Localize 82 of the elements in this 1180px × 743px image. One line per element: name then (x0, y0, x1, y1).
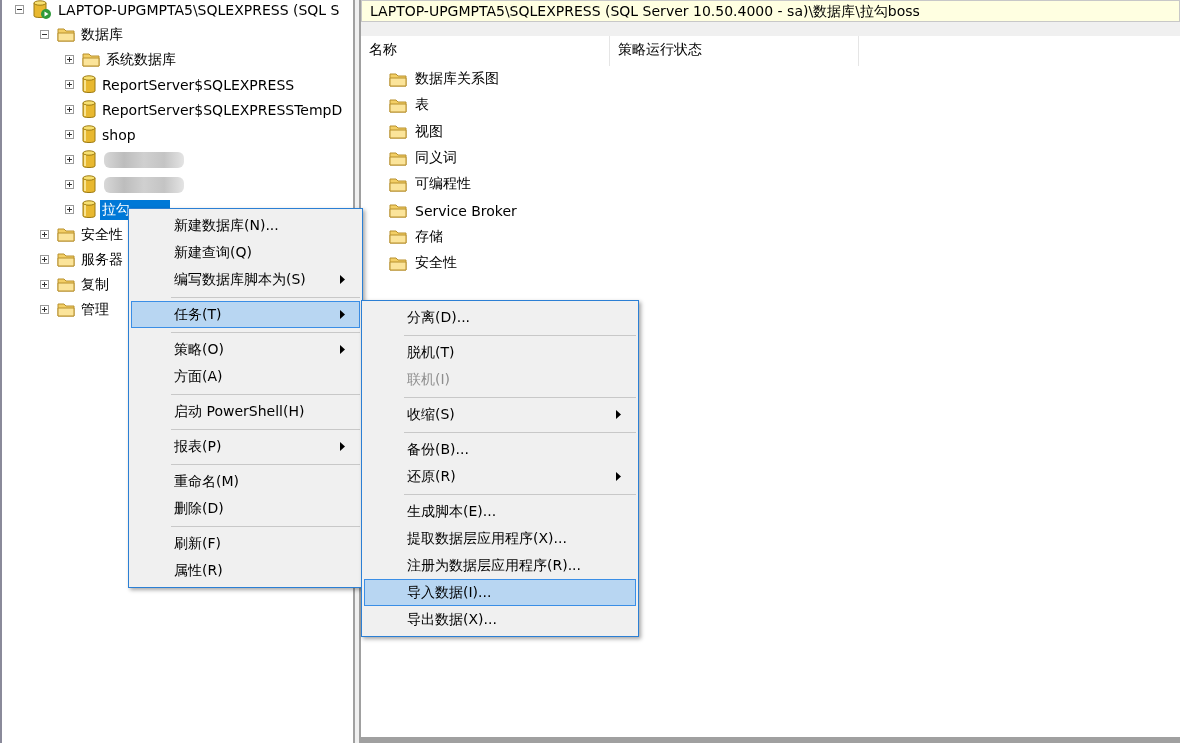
database-icon (82, 75, 96, 94)
list-item[interactable]: 视图 (415, 122, 443, 141)
menu-item[interactable]: 报表(P) (131, 433, 360, 460)
expand-icon[interactable] (65, 180, 74, 189)
tree-item[interactable]: 系统数据库 (104, 49, 178, 70)
database-icon (82, 200, 96, 219)
menu-item[interactable]: 编写数据库脚本为(S) (131, 266, 360, 293)
menu-item[interactable]: 刷新(F) (131, 530, 360, 557)
tree-item[interactable]: 安全性 (79, 224, 125, 245)
menu-item[interactable]: 收缩(S) (364, 401, 636, 428)
menu-item[interactable]: 备份(B)... (364, 436, 636, 463)
submenu-arrow-icon (340, 442, 345, 451)
submenu-arrow-icon (340, 275, 345, 284)
expand-icon[interactable] (40, 255, 49, 264)
tree-item[interactable]: shop (100, 125, 138, 144)
tree-item[interactable]: 数据库 (79, 24, 125, 45)
menu-item[interactable]: 任务(T) (131, 301, 360, 328)
expand-icon[interactable] (65, 205, 74, 214)
tree-item[interactable]: ReportServer$SQLEXPRESSTempD (100, 100, 345, 119)
folder-icon (57, 277, 75, 292)
submenu-arrow-icon (340, 310, 345, 319)
expand-icon[interactable] (40, 305, 49, 314)
menu-item[interactable]: 属性(R) (131, 557, 360, 584)
list-item[interactable]: 同义词 (415, 149, 457, 168)
database-icon (82, 125, 96, 144)
expand-icon[interactable] (65, 55, 74, 64)
expand-icon[interactable] (40, 230, 49, 239)
menu-item[interactable]: 提取数据层应用程序(X)... (364, 525, 636, 552)
column-header[interactable]: 名称 (361, 36, 610, 66)
folder-icon (389, 150, 407, 166)
menu-item[interactable]: 脱机(T) (364, 339, 636, 366)
folder-icon (57, 252, 75, 267)
collapse-icon[interactable] (15, 5, 24, 14)
tree-item[interactable]: 管理 (79, 299, 111, 320)
folder-icon (57, 302, 75, 317)
tree-item[interactable]: 复制 (79, 274, 111, 295)
expand-icon[interactable] (65, 80, 74, 89)
list-item[interactable]: 表 (415, 96, 429, 115)
tree-item[interactable]: ReportServer$SQLEXPRESS (100, 75, 297, 94)
folder-icon (389, 124, 407, 140)
folder-icon (389, 229, 407, 245)
folder-icon (389, 255, 407, 271)
list-item[interactable]: Service Broker (415, 202, 517, 219)
folder-icon (389, 176, 407, 192)
folder-icon (82, 52, 100, 67)
menu-item[interactable]: 方面(A) (131, 363, 360, 390)
menu-item[interactable]: 重命名(M) (131, 468, 360, 495)
database-icon (82, 100, 96, 119)
tree-item[interactable]: LAPTOP-UPGMPTA5\SQLEXPRESS (SQL S (56, 0, 342, 19)
tree-item[interactable]: 服务器 (79, 249, 125, 270)
menu-item[interactable]: 启动 PowerShell(H) (131, 398, 360, 425)
database-icon (82, 150, 96, 169)
folder-icon (57, 27, 75, 42)
expand-icon[interactable] (65, 105, 74, 114)
menu-item[interactable]: 还原(R) (364, 463, 636, 490)
folder-icon (389, 203, 407, 219)
expand-icon[interactable] (40, 280, 49, 289)
expand-icon[interactable] (65, 130, 74, 139)
folder-icon (57, 227, 75, 242)
menu-item[interactable]: 生成脚本(E)... (364, 498, 636, 525)
collapse-icon[interactable] (40, 30, 49, 39)
list-item[interactable]: 存储 (415, 227, 443, 246)
menu-item[interactable]: 分离(D)... (364, 304, 636, 331)
list-item[interactable]: 安全性 (415, 254, 457, 273)
menu-item[interactable]: 导出数据(X)... (364, 606, 636, 633)
menu-item[interactable]: 注册为数据层应用程序(R)... (364, 552, 636, 579)
address-bar: LAPTOP-UPGMPTA5\SQLEXPRESS (SQL Server 10.50.4000 - sa)\数据库\拉勾boss (361, 0, 1180, 22)
submenu-arrow-icon (616, 410, 621, 419)
submenu-arrow-icon (340, 345, 345, 354)
menu-item[interactable]: 删除(D) (131, 495, 360, 522)
menu-item[interactable]: 新建数据库(N)... (131, 212, 360, 239)
column-header[interactable]: 策略运行状态 (610, 36, 859, 66)
menu-item[interactable]: 新建查询(Q) (131, 239, 360, 266)
list-item[interactable]: 可编程性 (415, 175, 471, 194)
expand-icon[interactable] (65, 155, 74, 164)
menu-item[interactable]: 导入数据(I)... (364, 579, 636, 606)
folder-icon (389, 97, 407, 113)
submenu-arrow-icon (616, 472, 621, 481)
database-icon (82, 175, 96, 194)
folder-icon (389, 71, 407, 87)
menu-item[interactable]: 策略(O) (131, 336, 360, 363)
list-item[interactable]: 数据库关系图 (415, 70, 499, 89)
